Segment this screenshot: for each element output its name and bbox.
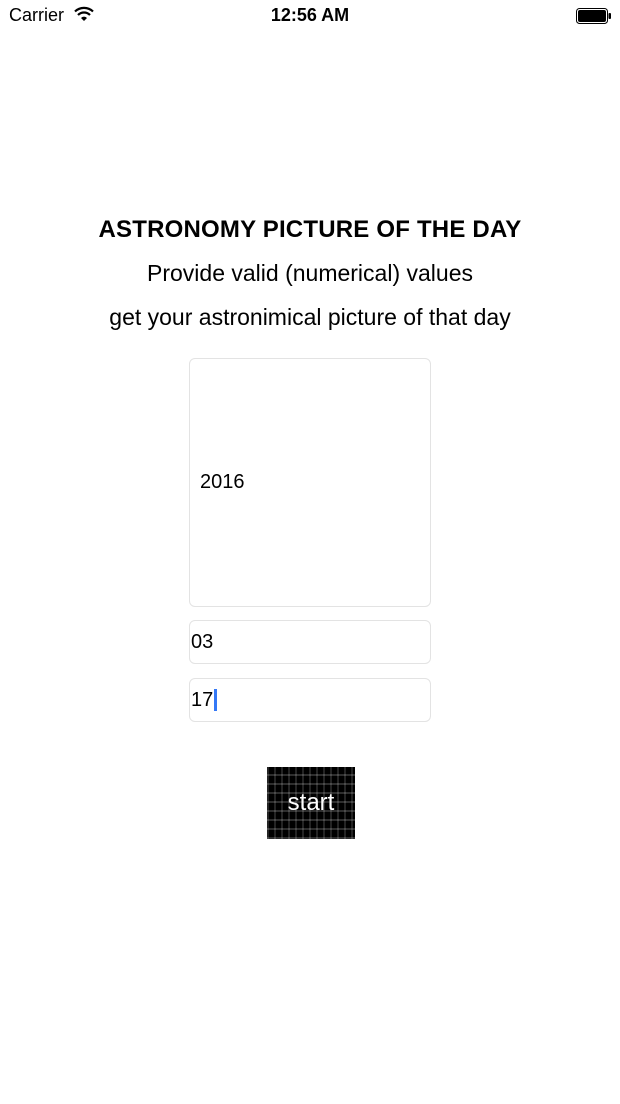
start-button-label: start <box>287 789 335 816</box>
page-title: ASTRONOMY PICTURE OF THE DAY <box>98 216 522 243</box>
month-value: 03 <box>191 630 214 653</box>
year-input[interactable]: 2016 <box>189 358 431 607</box>
instruction-line-1: Provide valid (numerical) values <box>147 260 473 286</box>
start-button[interactable]: start <box>267 767 355 839</box>
status-time: 12:56 AM <box>270 5 350 25</box>
day-value: 17 <box>191 688 214 711</box>
battery-icon <box>576 8 611 24</box>
instruction-line-2: get your astronimical picture of that da… <box>109 304 511 330</box>
day-input[interactable]: 17 <box>189 678 431 722</box>
status-bar: Carrier 12:56 AM <box>0 0 620 32</box>
month-input[interactable]: 03 <box>189 620 431 664</box>
text-cursor <box>214 689 218 711</box>
year-value: 2016 <box>200 471 245 493</box>
